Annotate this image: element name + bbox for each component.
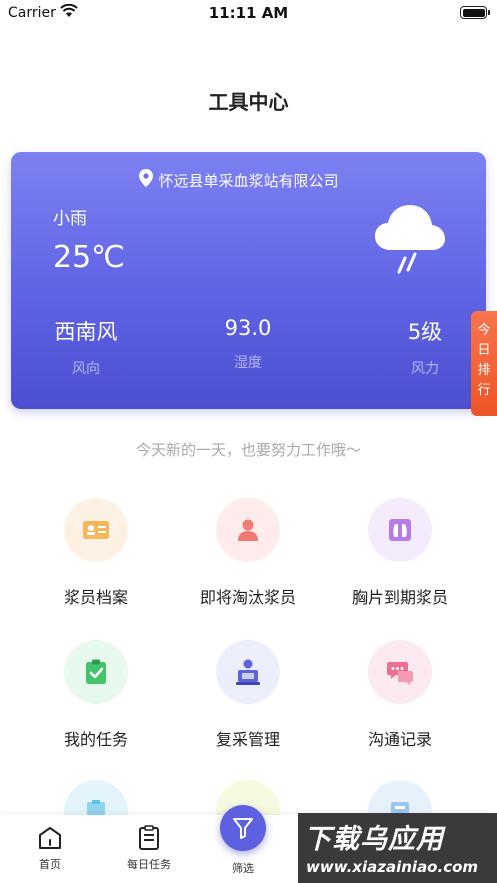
watermark-logo: 下载乌应用 www.xiazainiao.com: [298, 813, 497, 883]
wind-direction-value: 西南风: [54, 320, 118, 344]
location-name: 怀远县单采血浆站有限公司: [158, 172, 339, 190]
battery-icon: [460, 6, 490, 19]
tab-home-label: 首页: [39, 858, 61, 871]
temperature: 25℃: [53, 240, 125, 275]
tool-my-tasks[interactable]: 我的任务: [21, 640, 171, 750]
filter-label: 筛选: [232, 862, 254, 875]
humidity-label: 湿度: [234, 355, 262, 371]
tool-label: 复采管理: [215, 730, 280, 749]
tool-recollection-management[interactable]: 复采管理: [173, 640, 323, 750]
humidity-value: 93.0: [224, 316, 272, 340]
wind-direction-label: 风向: [72, 361, 100, 377]
daily-motto: 今天新的一天，也要努力工作哦～: [135, 441, 361, 459]
tool-plasma-donor-records[interactable]: 浆员档案: [21, 498, 171, 608]
weather-condition: 小雨: [53, 209, 87, 229]
filter-button[interactable]: [220, 805, 266, 851]
tool-label: 我的任务: [63, 730, 128, 749]
person-icon: [216, 498, 280, 562]
computer-user-icon: [216, 640, 280, 704]
wind-direction-stat: 西南风 风向: [21, 316, 151, 378]
tool-label: 胸片到期浆员: [351, 588, 448, 607]
chest-xray-icon: [368, 498, 432, 562]
humidity-stat: 93.0 湿度: [183, 316, 313, 372]
tool-soon-eliminated-donors[interactable]: 即将淘汰浆员: [173, 498, 323, 608]
home-icon: [39, 827, 61, 849]
watermark-text: 下载乌应用: [304, 824, 444, 855]
watermark-url: www.xiazainiao.com: [306, 858, 479, 876]
task-list-icon: [139, 825, 159, 850]
chat-bubbles-icon: [368, 640, 432, 704]
tool-label: 沟通记录: [367, 730, 432, 749]
tab-daily-tasks-label: 每日任务: [127, 858, 171, 871]
today-ranking-button[interactable]: 今日排行: [471, 311, 497, 416]
tab-home[interactable]: 首页: [10, 815, 90, 883]
tool-label: 即将淘汰浆员: [199, 588, 296, 607]
tool-chest-xray-expired-donors[interactable]: 胸片到期浆员: [325, 498, 475, 608]
id-card-icon: [64, 498, 128, 562]
clipboard-check-icon: [64, 640, 128, 704]
weather-card: 怀远县单采血浆站有限公司 小雨 25℃ 西南风 风向 93.0 湿度 5级 风力: [11, 152, 486, 409]
status-time: 11:11 AM: [208, 4, 289, 22]
tab-daily-tasks[interactable]: 每日任务: [109, 815, 189, 883]
filter-icon: [233, 818, 253, 839]
tool-communication-records[interactable]: 沟通记录: [325, 640, 475, 750]
tool-label: 浆员档案: [63, 588, 128, 607]
status-bar: Carrier 11:11 AM: [0, 0, 497, 28]
rain-cloud-icon: [375, 205, 445, 274]
page-title: 工具中心: [208, 90, 289, 114]
